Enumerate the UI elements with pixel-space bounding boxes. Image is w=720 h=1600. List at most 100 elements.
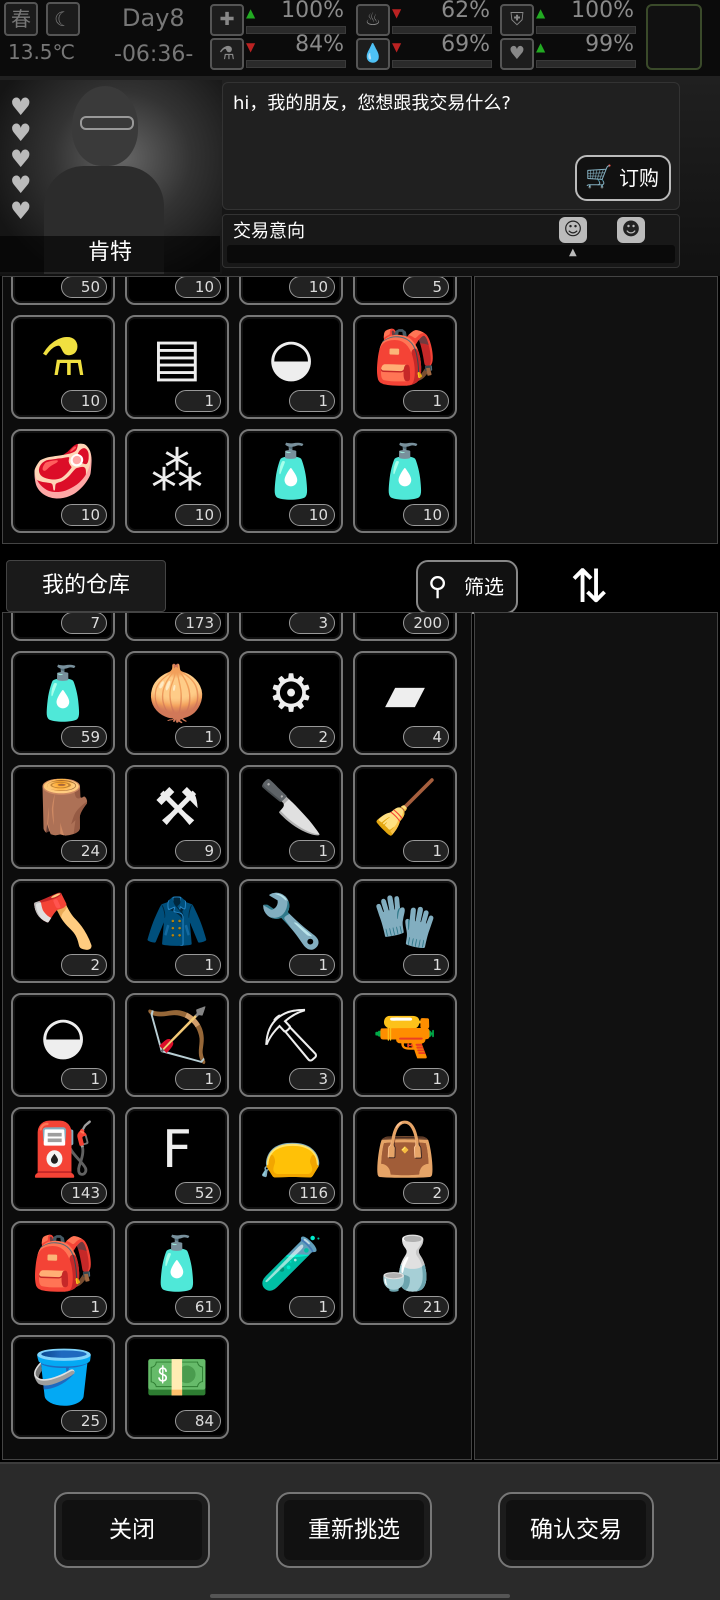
item-slot[interactable]: ⛽ 143 xyxy=(11,1107,115,1211)
confirm-trade-button[interactable]: 确认交易 xyxy=(498,1492,654,1568)
meat-icon: 🥩 xyxy=(30,442,96,502)
item-slot[interactable]: 🧅 1 xyxy=(125,651,229,755)
item-count: 1 xyxy=(289,1296,335,1318)
log-icon: 🪵 xyxy=(30,778,96,838)
rubble-icon: ⁂ xyxy=(151,442,203,502)
reselect-button[interactable]: 重新挑选 xyxy=(276,1492,432,1568)
item-slot[interactable]: 🧪 1 xyxy=(239,1221,343,1325)
happy-face-icon: ☻ xyxy=(617,217,645,243)
backpack-icon: 🎒 xyxy=(30,1234,96,1294)
item-slot[interactable]: 🧹 1 xyxy=(353,765,457,869)
item-slot[interactable]: ⚙ 2 xyxy=(239,651,343,755)
item-slot[interactable]: 🧴 10 xyxy=(353,429,457,533)
item-slot[interactable]: 🥩 10 xyxy=(11,429,115,533)
item-count: 24 xyxy=(61,840,107,862)
item-slot[interactable]: F 52 xyxy=(125,1107,229,1211)
item-slot[interactable]: ✿50 xyxy=(11,277,115,305)
item-slot[interactable]: ◡3 xyxy=(239,613,343,641)
item-count: 10 xyxy=(61,390,107,412)
item-slot[interactable]: ✿10 xyxy=(239,277,343,305)
item-slot[interactable]: ⛏ 3 xyxy=(239,993,343,1097)
gloves-icon: 🧤 xyxy=(372,892,438,952)
cash-bundle-icon: 💵 xyxy=(144,1348,210,1408)
warehouse-tab[interactable]: 我的仓库 xyxy=(6,560,166,612)
item-count: 3 xyxy=(289,1068,335,1090)
search-icon: ⚲ xyxy=(428,572,448,602)
item-slot[interactable]: 🧴 59 xyxy=(11,651,115,755)
heart-icon: ♥ xyxy=(10,171,32,199)
item-count: 10 xyxy=(289,504,335,526)
item-count: 59 xyxy=(61,726,107,748)
dialog-box: hi，我的朋友，您想跟我交易什么? 🛒 订购 xyxy=(222,82,680,210)
filter-button[interactable]: ⚲ 筛选 xyxy=(416,560,518,614)
item-slot[interactable]: 👜 2 xyxy=(353,1107,457,1211)
item-count: 1 xyxy=(175,726,221,748)
fertilizer-bag-icon: F xyxy=(162,1120,192,1180)
item-slot[interactable]: 🧴 10 xyxy=(239,429,343,533)
item-slot[interactable]: 🧥 1 xyxy=(125,879,229,983)
minimap-slot[interactable] xyxy=(646,4,702,70)
item-slot[interactable]: 👝 116 xyxy=(239,1107,343,1211)
item-slot[interactable]: 🧴 61 xyxy=(125,1221,229,1325)
item-slot[interactable]: ⚗ 10 xyxy=(11,315,115,419)
frisbee-icon: ◒ xyxy=(40,1006,86,1066)
item-slot[interactable]: 💵 84 xyxy=(125,1335,229,1439)
item-slot[interactable]: 🪓 2 xyxy=(11,879,115,983)
stat-bar xyxy=(392,60,492,68)
item-slot[interactable]: 🔧 1 xyxy=(239,879,343,983)
scraper-icon: 🧹 xyxy=(372,778,438,838)
item-slot[interactable]: 🍶 21 xyxy=(353,1221,457,1325)
intent-bar: ▲ xyxy=(227,245,675,263)
item-count: 61 xyxy=(175,1296,221,1318)
intent-label: 交易意向 xyxy=(233,221,305,242)
npc-name: 肯特 xyxy=(0,236,220,272)
item-slot[interactable]: 🎒 1 xyxy=(353,315,457,419)
item-count: 1 xyxy=(403,840,449,862)
frisbee-icon: ◒ xyxy=(268,328,314,388)
item-count: 1 xyxy=(403,1068,449,1090)
flare-gun-icon: 🔫 xyxy=(372,1006,438,1066)
item-slot[interactable]: 🔫 1 xyxy=(353,993,457,1097)
intent-marker-icon: ▲ xyxy=(569,247,577,258)
item-slot[interactable]: 🪣 25 xyxy=(11,1335,115,1439)
item-slot[interactable]: ✿5 xyxy=(353,277,457,305)
backpack-icon: 🎒 xyxy=(372,328,438,388)
stat-value: 84% xyxy=(295,32,344,57)
item-slot[interactable]: ⁂ 10 xyxy=(125,429,229,533)
item-slot[interactable]: ▰ 4 xyxy=(353,651,457,755)
home-indicator[interactable] xyxy=(210,1594,510,1598)
trade-offer-panel[interactable] xyxy=(474,276,718,544)
shovel-icon: ⛏ xyxy=(257,1006,324,1066)
axe-icon: 🪓 xyxy=(30,892,96,952)
moon-icon: ☾ xyxy=(46,2,80,36)
tote-bag-icon: 👜 xyxy=(372,1120,438,1180)
shop-grid[interactable]: ✿50✿10✿10✿5⚗10▤1◒1🎒1🥩10⁂10🧴10🧴10 xyxy=(2,276,472,544)
item-slot[interactable]: ◡173 xyxy=(125,613,229,641)
swap-icon[interactable]: ⇅ xyxy=(570,556,609,616)
item-slot[interactable]: ✿10 xyxy=(125,277,229,305)
item-count: 1 xyxy=(289,954,335,976)
order-button[interactable]: 🛒 订购 xyxy=(575,155,671,201)
item-slot[interactable]: ◒ 1 xyxy=(11,993,115,1097)
item-slot[interactable]: ◡200 xyxy=(353,613,457,641)
warehouse-grid[interactable]: ◡7◡173◡3◡200🧴59🧅1⚙2▰4🪵24⚒9🔪1🧹1🪓2🧥1🔧1🧤1◒1… xyxy=(2,612,472,1460)
stat-value: 99% xyxy=(585,32,634,57)
item-count: 173 xyxy=(175,613,221,634)
close-button[interactable]: 关闭 xyxy=(54,1492,210,1568)
item-count: 21 xyxy=(403,1296,449,1318)
item-count: 1 xyxy=(403,390,449,412)
item-slot[interactable]: 🔪 1 xyxy=(239,765,343,869)
item-slot[interactable]: 🎒 1 xyxy=(11,1221,115,1325)
item-count: 200 xyxy=(403,613,449,634)
item-slot[interactable]: ▤ 1 xyxy=(125,315,229,419)
item-count: 10 xyxy=(175,504,221,526)
ampoules-icon: 🧪 xyxy=(258,1234,324,1294)
my-offer-panel[interactable] xyxy=(474,612,718,1460)
item-slot[interactable]: ◡7 xyxy=(11,613,115,641)
item-slot[interactable]: 🧤 1 xyxy=(353,879,457,983)
item-slot[interactable]: 🏹 1 xyxy=(125,993,229,1097)
item-slot[interactable]: ◒ 1 xyxy=(239,315,343,419)
item-count: 10 xyxy=(403,504,449,526)
item-slot[interactable]: ⚒ 9 xyxy=(125,765,229,869)
item-slot[interactable]: 🪵 24 xyxy=(11,765,115,869)
